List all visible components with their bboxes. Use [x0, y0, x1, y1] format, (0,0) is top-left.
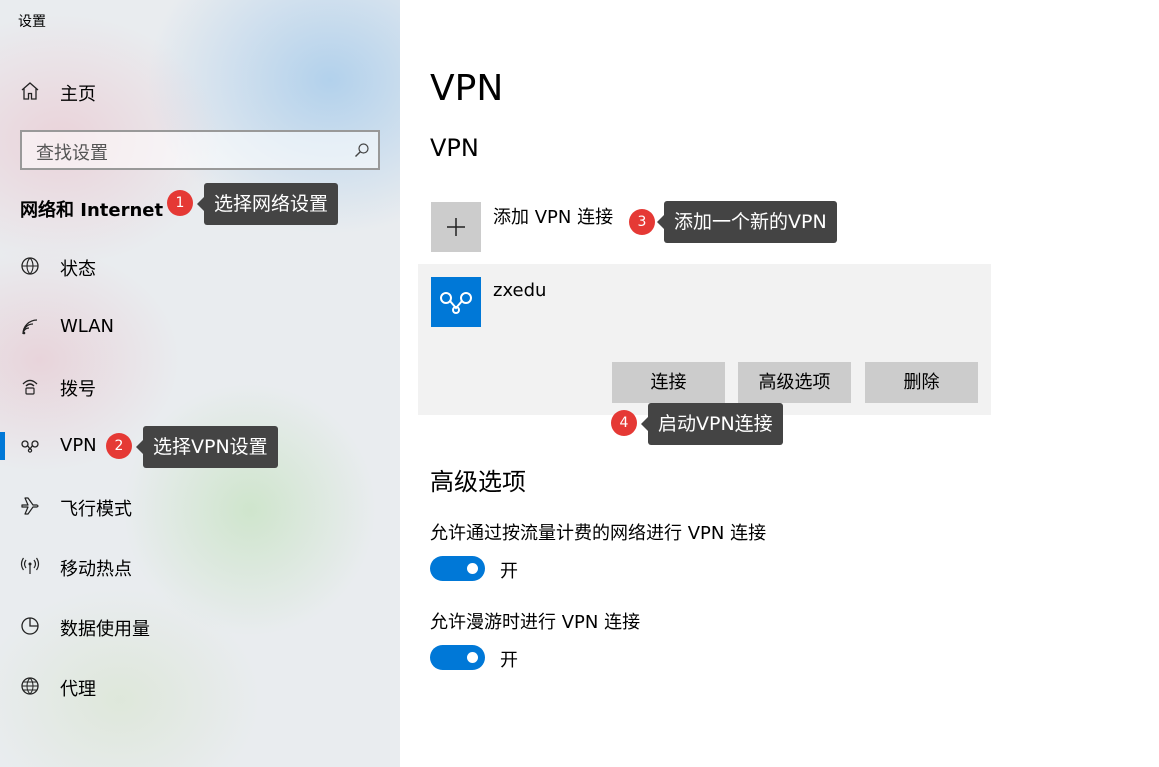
metered-toggle[interactable]	[430, 556, 485, 581]
proxy-globe-icon	[21, 677, 39, 695]
annotation-tip-3: 添加一个新的VPN	[657, 201, 837, 243]
sidebar-item-dialup[interactable]: 拨号	[0, 364, 400, 408]
sidebar: 设置 主页 查找设置 网络和 Internet 1 选择网络设置 状态 WLAN…	[0, 0, 400, 767]
advanced-options-button[interactable]: 高级选项	[738, 362, 851, 403]
sidebar-item-label: 主页	[60, 84, 96, 105]
sidebar-item-wlan[interactable]: WLAN	[0, 305, 400, 349]
roaming-toggle[interactable]	[430, 645, 485, 670]
sidebar-item-label: 代理	[60, 679, 96, 700]
metered-option-label: 允许通过按流量计费的网络进行 VPN 连接	[430, 523, 767, 544]
annotation-badge-3: 3	[629, 209, 655, 235]
plus-icon	[447, 218, 465, 236]
sidebar-item-airplane[interactable]: 飞行模式	[0, 484, 400, 528]
home-icon	[21, 82, 39, 100]
delete-button[interactable]: 删除	[865, 362, 978, 403]
sidebar-item-home[interactable]: 主页	[0, 69, 400, 113]
annotation-badge-1: 1	[167, 190, 193, 216]
sidebar-item-status[interactable]: 状态	[0, 244, 400, 288]
sidebar-item-label: 飞行模式	[60, 499, 132, 520]
toggle-knob	[467, 563, 478, 574]
sidebar-item-data-usage[interactable]: 数据使用量	[0, 604, 400, 648]
vpn-icon	[21, 440, 39, 453]
annotation-tip-2: 选择VPN设置	[136, 426, 278, 468]
vpn-connection-name: zxedu	[493, 280, 547, 301]
window-title: 设置	[18, 14, 46, 30]
dialup-icon	[22, 379, 38, 395]
annotation-badge-4: 4	[611, 410, 637, 436]
sidebar-item-hotspot[interactable]: 移动热点	[0, 544, 400, 588]
toggle-knob	[467, 652, 478, 663]
roaming-toggle-state: 开	[500, 650, 518, 671]
page-title: VPN	[430, 68, 504, 109]
search-icon	[355, 143, 369, 157]
section-title: 网络和 Internet	[20, 200, 164, 221]
add-vpn-label[interactable]: 添加 VPN 连接	[493, 203, 613, 229]
sidebar-item-label: WLAN	[60, 316, 115, 337]
connect-button[interactable]: 连接	[612, 362, 725, 403]
add-vpn-button[interactable]	[431, 202, 481, 252]
annotation-tip-1: 选择网络设置	[196, 183, 339, 225]
search-placeholder: 查找设置	[36, 143, 108, 164]
sidebar-item-label: 拨号	[60, 379, 96, 400]
data-usage-icon	[21, 617, 39, 635]
sidebar-item-proxy[interactable]: 代理	[0, 664, 400, 708]
sidebar-item-label: VPN	[60, 435, 97, 456]
metered-toggle-state: 开	[500, 561, 518, 582]
section-title-vpn: VPN	[430, 134, 479, 162]
sidebar-item-label: 状态	[60, 259, 96, 280]
vpn-icon	[440, 292, 472, 314]
annotation-badge-2: 2	[106, 433, 132, 459]
sidebar-item-label: 数据使用量	[60, 619, 150, 640]
vpn-connection-icon	[431, 277, 481, 327]
roaming-option-label: 允许漫游时进行 VPN 连接	[430, 612, 641, 633]
airplane-icon	[21, 497, 39, 515]
annotation-tip-4: 启动VPN连接	[641, 403, 783, 445]
hotspot-icon	[20, 557, 40, 574]
wifi-icon	[22, 319, 38, 335]
advanced-section-title: 高级选项	[430, 468, 526, 496]
globe-status-icon	[21, 257, 39, 275]
search-input[interactable]: 查找设置	[20, 130, 380, 170]
sidebar-item-label: 移动热点	[60, 559, 132, 580]
